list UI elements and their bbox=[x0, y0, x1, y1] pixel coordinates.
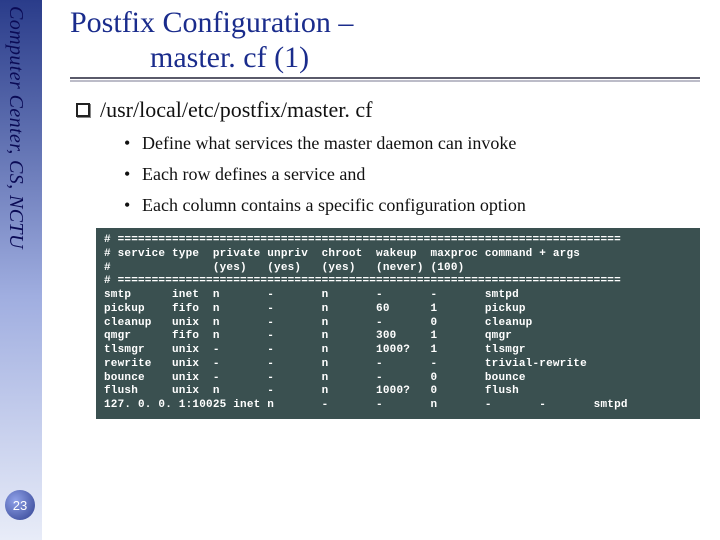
sidebar-label: Computer Center, CS, NCTU bbox=[4, 6, 27, 249]
checkbox-bullet-icon bbox=[76, 103, 90, 117]
code-block: # ======================================… bbox=[96, 228, 700, 419]
title-line2: master. cf (1) bbox=[70, 41, 700, 76]
bullet-list: Define what services the master daemon c… bbox=[124, 133, 700, 216]
title-underline bbox=[70, 77, 700, 79]
code-row: cleanup unix n - n - 0 cleanup bbox=[104, 317, 532, 329]
code-rule: # ======================================… bbox=[104, 234, 621, 246]
page-number-badge: 23 bbox=[5, 490, 35, 520]
code-row: rewrite unix - - n - - trivial-rewrite bbox=[104, 358, 587, 370]
code-header2: # (yes) (yes) (yes) (never) (100) bbox=[104, 262, 464, 274]
heading-text: /usr/local/etc/postfix/master. cf bbox=[100, 97, 372, 123]
bullet-item: Each column contains a specific configur… bbox=[124, 195, 700, 216]
slide-title: Postfix Configuration – master. cf (1) bbox=[70, 6, 700, 75]
code-row: bounce unix - - n - 0 bounce bbox=[104, 372, 526, 384]
code-row: 127. 0. 0. 1:10025 inet n - - n - - smtp… bbox=[104, 399, 628, 411]
sidebar: Computer Center, CS, NCTU bbox=[0, 0, 42, 540]
bullet-item: Define what services the master daemon c… bbox=[124, 133, 700, 154]
code-row: pickup fifo n - n 60 1 pickup bbox=[104, 303, 526, 315]
section: /usr/local/etc/postfix/master. cf Define… bbox=[76, 97, 700, 419]
code-row: flush unix n - n 1000? 0 flush bbox=[104, 385, 519, 397]
code-header1: # service type private unpriv chroot wak… bbox=[104, 248, 580, 260]
code-row: smtp inet n - n - - smtpd bbox=[104, 289, 519, 301]
code-rule: # ======================================… bbox=[104, 275, 621, 287]
title-line1: Postfix Configuration – bbox=[70, 6, 700, 41]
code-row: tlsmgr unix - - n 1000? 1 tlsmgr bbox=[104, 344, 526, 356]
heading-line: /usr/local/etc/postfix/master. cf bbox=[76, 97, 700, 123]
code-row: qmgr fifo n - n 300 1 qmgr bbox=[104, 330, 512, 342]
bullet-item: Each row defines a service and bbox=[124, 164, 700, 185]
slide-content: Postfix Configuration – master. cf (1) /… bbox=[70, 6, 700, 419]
